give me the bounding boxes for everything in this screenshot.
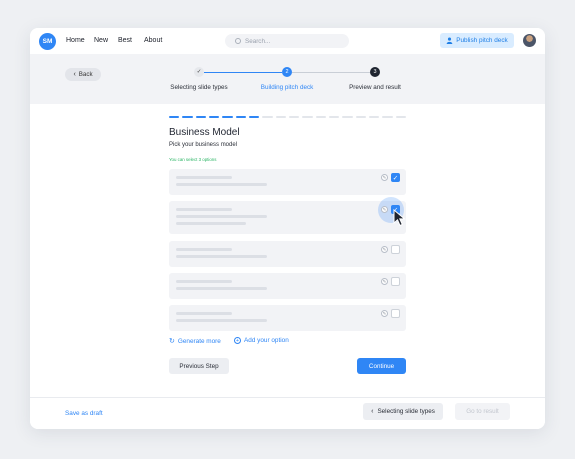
search-placeholder: Search...: [245, 37, 271, 45]
edit-icon[interactable]: ✎: [381, 246, 388, 253]
option-line: [176, 248, 232, 251]
back-to-step-label: Selecting slide types: [377, 408, 435, 415]
progress-segment: [302, 116, 313, 118]
progress-segment: [368, 116, 380, 118]
nav-best[interactable]: Best: [118, 37, 132, 44]
option-checkbox-3[interactable]: [391, 245, 400, 254]
chevron-left-icon: ‹: [73, 71, 76, 78]
check-icon: ✓: [392, 174, 399, 182]
option-checkbox-5[interactable]: [391, 309, 400, 318]
add-option-button[interactable]: + Add your option: [234, 337, 289, 344]
progress-segment: [275, 116, 286, 118]
top-navbar: SM Home New Best About Search... Publish…: [30, 28, 545, 54]
progress-segment: [262, 116, 273, 118]
stepper-bar: ‹ Back ✓ 2 3 Selecting slide types Build…: [30, 54, 545, 104]
progress-segment: [395, 116, 406, 118]
option-line: [176, 312, 232, 315]
save-draft-link[interactable]: Save as draft: [65, 410, 103, 417]
option-line: [176, 208, 232, 211]
progress-segment: [248, 116, 260, 118]
progress-segment: [328, 116, 340, 118]
generate-more-button[interactable]: ↻ Generate more: [169, 337, 221, 346]
edit-icon[interactable]: ✎: [381, 206, 388, 213]
publish-button[interactable]: Publish pitch deck: [440, 33, 514, 48]
nav-new[interactable]: New: [94, 37, 108, 44]
option-line: [176, 183, 267, 186]
progress-segment: [315, 116, 326, 118]
nav-about[interactable]: About: [144, 37, 162, 44]
option-card-4[interactable]: ✎: [169, 273, 406, 299]
option-line: [176, 222, 246, 225]
option-line: [176, 287, 267, 290]
nav-home[interactable]: Home: [66, 37, 85, 44]
option-card-2[interactable]: ✎ ✓: [169, 197, 406, 234]
step-3-label[interactable]: Preview and result: [349, 84, 401, 91]
search-icon: [235, 38, 241, 44]
mouse-cursor-icon: [393, 209, 406, 227]
chevron-left-icon: ‹: [371, 408, 374, 415]
continue-button[interactable]: Continue: [357, 358, 406, 374]
step-1-marker: ✓: [194, 67, 204, 77]
option-line: [176, 215, 267, 218]
user-icon: [446, 37, 453, 44]
step-connector-2: [292, 72, 370, 73]
option-checkbox-1[interactable]: ✓: [391, 173, 400, 182]
option-line: [176, 280, 232, 283]
previous-step-button[interactable]: Previous Step: [169, 358, 229, 374]
progress-segment: [235, 116, 246, 118]
progress-segment: [382, 116, 393, 118]
option-checkbox-4[interactable]: [391, 277, 400, 286]
step-2-label[interactable]: Building pitch deck: [261, 84, 314, 91]
add-option-label: Add your option: [244, 337, 289, 344]
app-window: SM Home New Best About Search... Publish…: [30, 28, 545, 429]
back-label: Back: [78, 71, 93, 78]
step-2-marker: 2: [282, 67, 292, 77]
refresh-icon: ↻: [169, 338, 175, 345]
progress-segment: [208, 116, 220, 118]
progress-segment: [169, 116, 180, 118]
generate-more-label: Generate more: [177, 337, 221, 345]
page-title: Business Model: [169, 127, 240, 138]
progress-segment: [342, 116, 353, 118]
progress-segments: [169, 116, 406, 118]
step-1-label[interactable]: Selecting slide types: [170, 84, 227, 91]
progress-segment: [355, 116, 366, 118]
publish-label: Publish pitch deck: [456, 37, 508, 44]
selection-hint: You can select 3 options: [169, 157, 217, 162]
progress-segment: [182, 116, 193, 118]
edit-icon[interactable]: ✎: [381, 278, 388, 285]
option-line: [176, 176, 232, 179]
progress-segment: [288, 116, 300, 118]
footer-bar: Save as draft ‹ Selecting slide types Go…: [30, 397, 545, 429]
edit-icon[interactable]: ✎: [381, 174, 388, 181]
search-input[interactable]: Search...: [225, 34, 349, 48]
option-card-1[interactable]: ✎ ✓: [169, 169, 406, 195]
option-line: [176, 319, 267, 322]
back-to-step-button[interactable]: ‹ Selecting slide types: [363, 403, 443, 420]
avatar[interactable]: [523, 34, 536, 47]
step-connector-1: [204, 72, 282, 73]
app-logo[interactable]: SM: [39, 33, 56, 50]
progress-segment: [222, 116, 233, 118]
go-to-result-button[interactable]: Go to result: [455, 403, 510, 420]
option-card-3[interactable]: ✎: [169, 241, 406, 267]
progress-segment: [195, 116, 206, 118]
edit-icon[interactable]: ✎: [381, 310, 388, 317]
plus-circle-icon: +: [234, 337, 241, 344]
option-line: [176, 255, 267, 258]
back-button[interactable]: ‹ Back: [65, 68, 101, 81]
option-card-5[interactable]: ✎: [169, 305, 406, 331]
step-3-marker: 3: [370, 67, 380, 77]
page-subtitle: Pick your business model: [169, 142, 238, 148]
